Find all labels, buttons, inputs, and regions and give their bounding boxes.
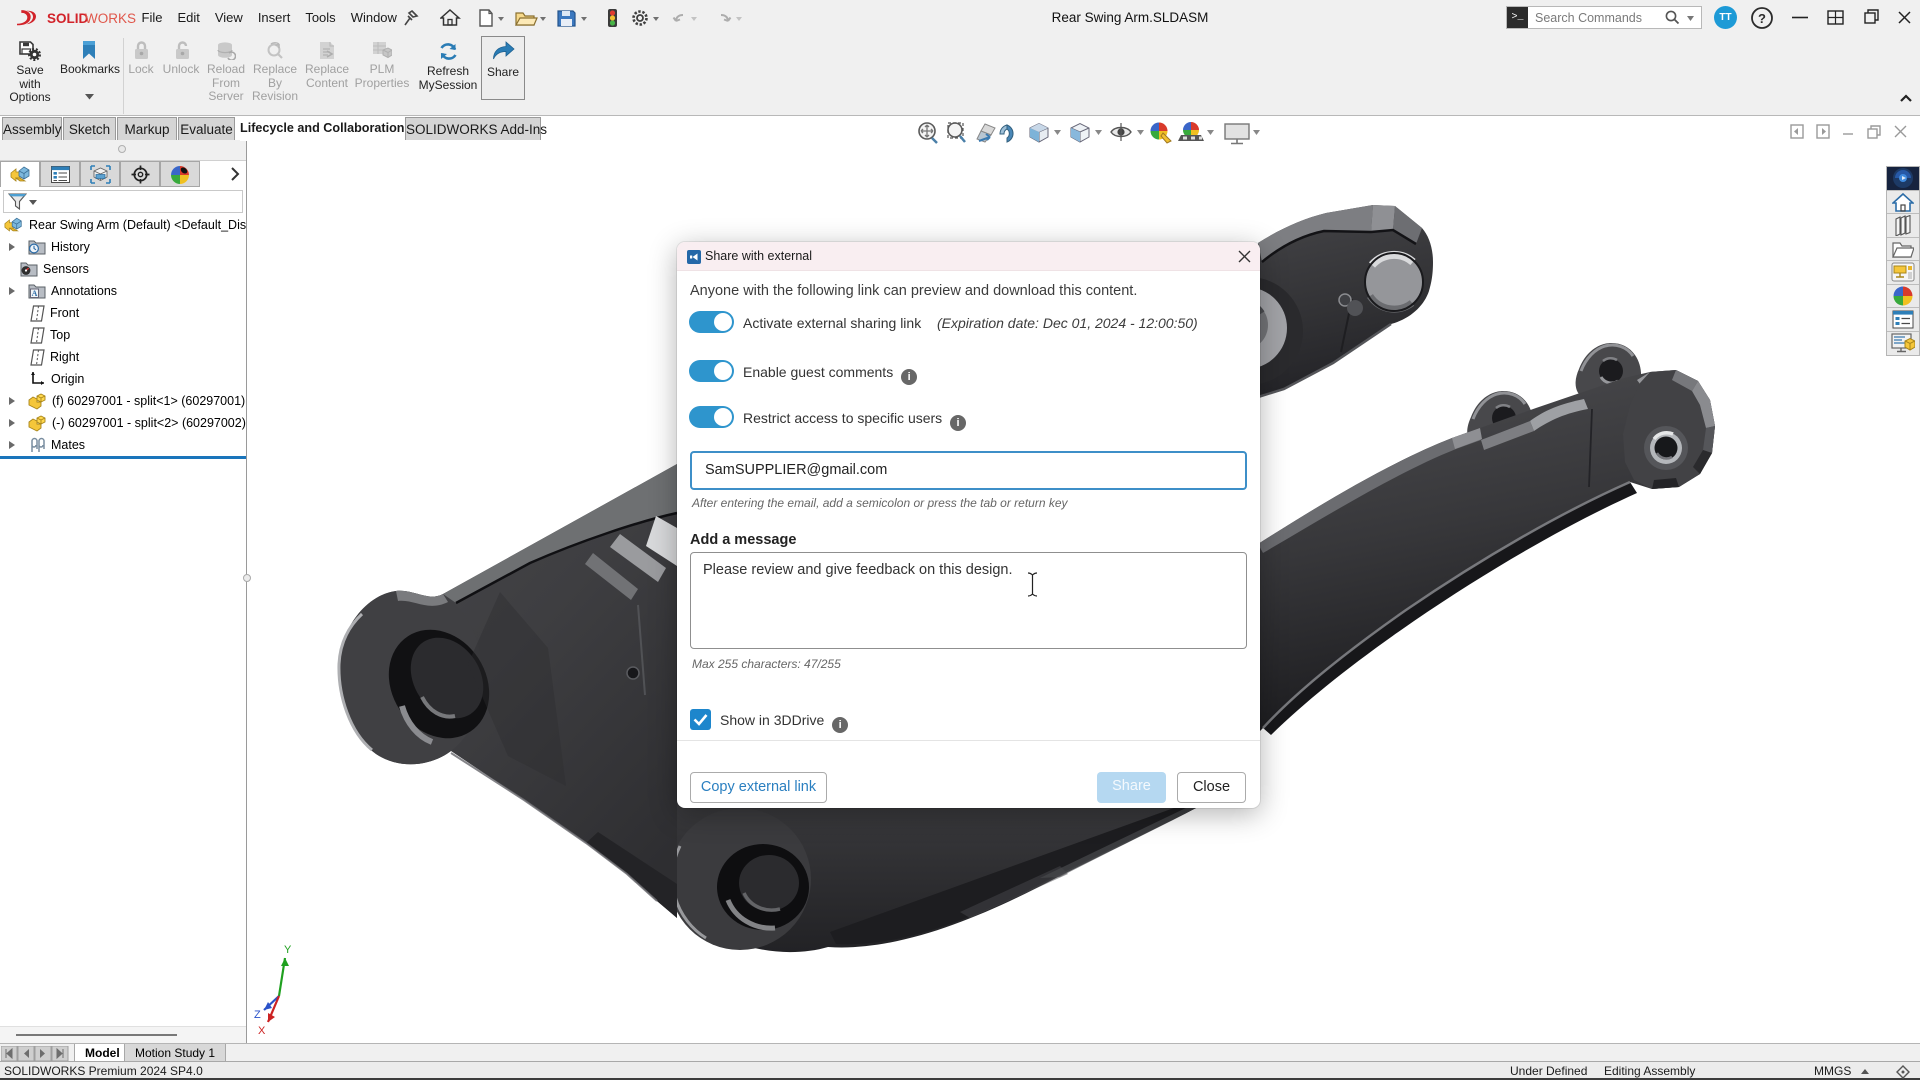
svg-text:WORKS: WORKS — [85, 11, 136, 26]
svg-text:?: ? — [1758, 11, 1766, 26]
svg-text:A: A — [32, 289, 38, 298]
svg-text:SOLID: SOLID — [47, 11, 89, 26]
svg-text:X: X — [258, 1025, 266, 1037]
svg-text:Z: Z — [254, 1009, 261, 1021]
svg-text:Y: Y — [284, 944, 292, 956]
